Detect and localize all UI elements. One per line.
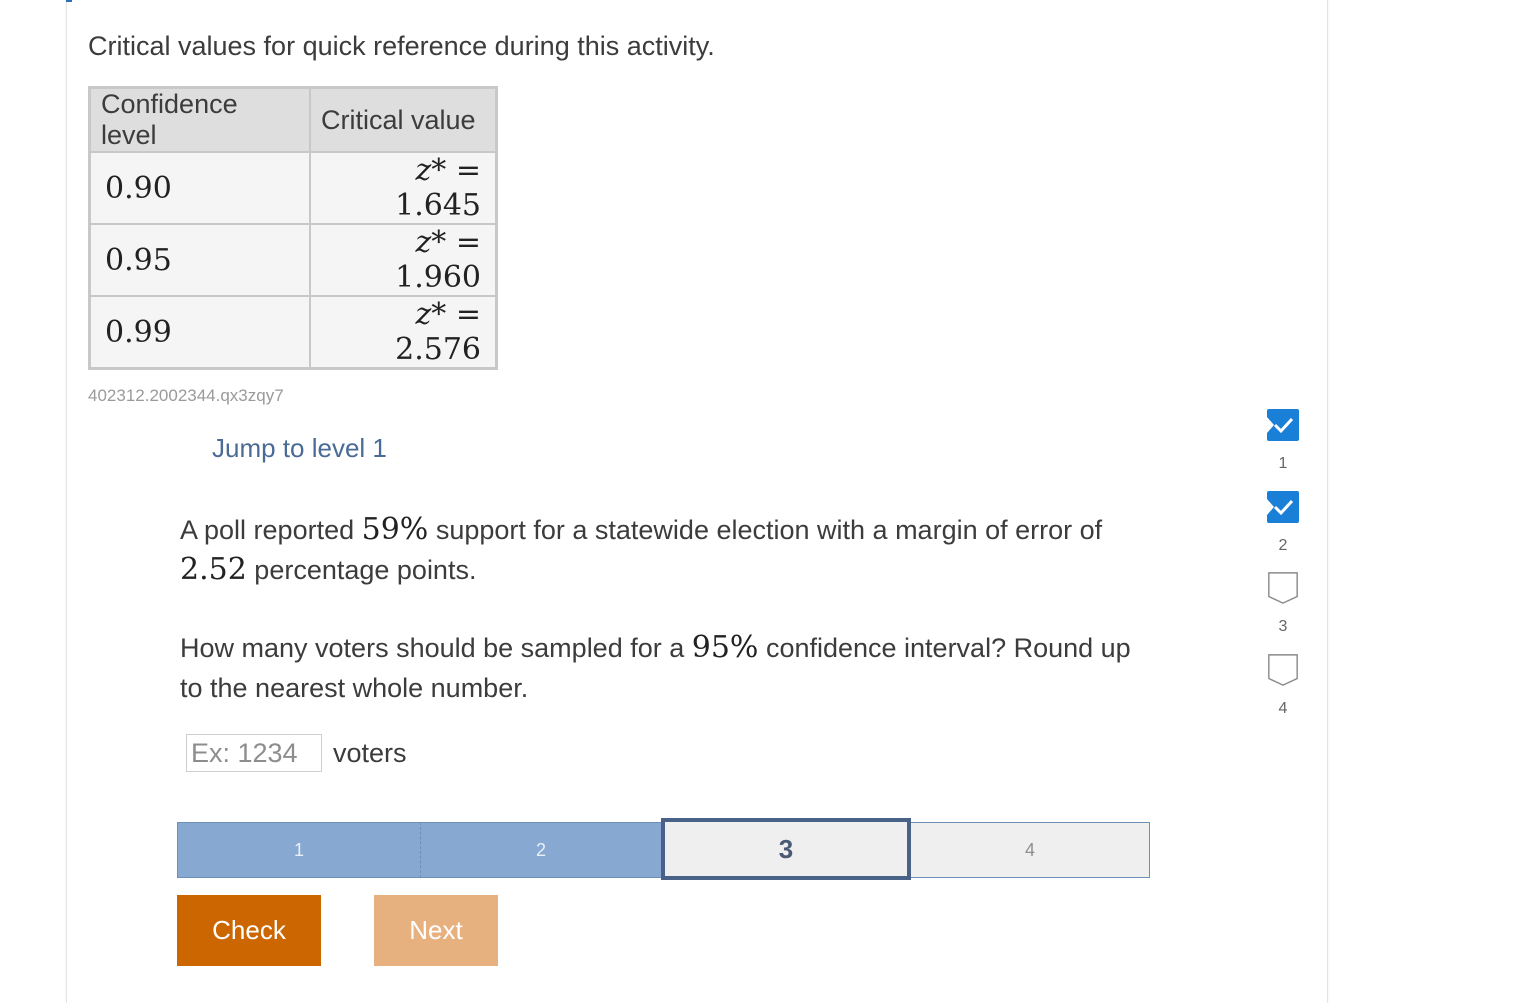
level-segment-3-current[interactable]: 3 <box>661 818 911 880</box>
side-nav-item-3[interactable]: 3 <box>1266 571 1300 641</box>
side-nav-label: 2 <box>1278 537 1288 554</box>
side-nav-label: 4 <box>1278 700 1288 717</box>
column-header-confidence-level: Confidence level <box>88 86 311 153</box>
check-button[interactable]: Check <box>177 895 321 966</box>
incomplete-shield-icon <box>1268 654 1298 686</box>
table-header-row: Confidence level Critical value <box>88 86 498 153</box>
equals-sign: = <box>455 225 481 260</box>
level-progress-bar: 1 2 3 4 <box>177 818 1150 880</box>
critical-value-number: 1.960 <box>395 260 481 295</box>
question-text: support for a statewide election with a … <box>428 515 1103 545</box>
question-paragraph-2: How many voters should be sampled for a … <box>180 628 1160 708</box>
activity-code: 402312.2002344.qx3zqy7 <box>88 386 284 405</box>
side-nav-item-4[interactable]: 4 <box>1266 653 1300 723</box>
critical-value-cell: z* = 2.576 <box>309 295 498 370</box>
completed-check-icon <box>1267 409 1299 441</box>
completed-check-icon <box>1267 491 1299 523</box>
margin-of-error-value: 2.52 <box>180 552 247 587</box>
side-nav-label: 3 <box>1278 618 1288 635</box>
level-segment-2[interactable]: 2 <box>421 822 661 878</box>
confidence-level-cell: 0.95 <box>88 223 311 297</box>
side-nav-label: 1 <box>1278 455 1288 472</box>
answer-unit-label: voters <box>333 738 407 768</box>
critical-value-cell: z* = 1.645 <box>309 151 498 225</box>
level-segment-4[interactable]: 4 <box>911 822 1150 878</box>
answer-input[interactable] <box>186 734 322 772</box>
confidence-percent: 95% <box>691 630 759 665</box>
table-row: 0.95 z* = 1.960 <box>88 223 498 297</box>
top-accent-bar <box>66 0 72 2</box>
critical-value-number: 1.645 <box>395 188 481 223</box>
side-nav-item-1[interactable]: 1 <box>1266 408 1300 478</box>
table-row: 0.99 z* = 2.576 <box>88 295 498 370</box>
confidence-level-cell: 0.90 <box>88 151 311 225</box>
z-star-symbol: z* <box>415 225 447 260</box>
level-segment-1[interactable]: 1 <box>177 822 421 878</box>
side-nav-item-2[interactable]: 2 <box>1266 490 1300 560</box>
question-text: percentage points. <box>246 555 477 585</box>
question-text: How many voters should be sampled for a <box>180 633 692 663</box>
question-text: A poll reported <box>180 515 362 545</box>
support-percent: 59% <box>361 512 429 547</box>
table-row: 0.90 z* = 1.645 <box>88 151 498 225</box>
critical-value-cell: z* = 1.960 <box>309 223 498 297</box>
equals-sign: = <box>455 153 481 188</box>
incomplete-shield-icon <box>1268 572 1298 604</box>
critical-values-table: Confidence level Critical value 0.90 z* … <box>88 86 498 370</box>
confidence-level-cell: 0.99 <box>88 295 311 370</box>
critical-value-number: 2.576 <box>395 332 481 367</box>
column-header-critical-value: Critical value <box>309 86 498 153</box>
equals-sign: = <box>455 297 481 332</box>
z-star-symbol: z* <box>415 297 447 332</box>
jump-to-level-link[interactable]: Jump to level 1 <box>212 433 387 464</box>
intro-text: Critical values for quick reference duri… <box>88 31 715 61</box>
question-paragraph-1: A poll reported 59% support for a statew… <box>180 510 1160 590</box>
z-star-symbol: z* <box>415 153 447 188</box>
next-button[interactable]: Next <box>374 895 498 966</box>
